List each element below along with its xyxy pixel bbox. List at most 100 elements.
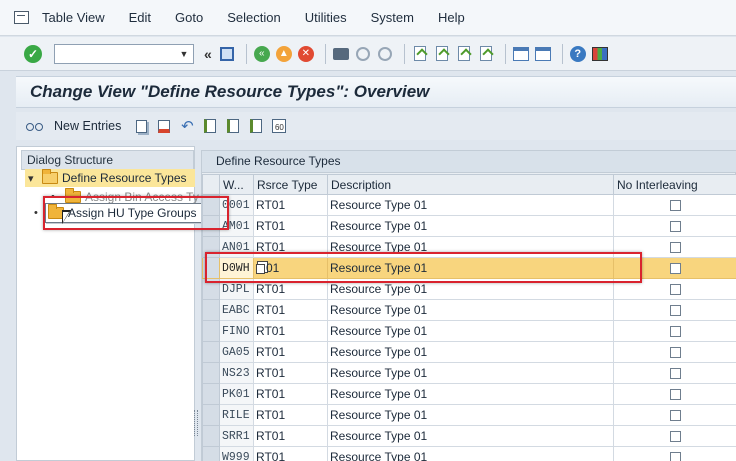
last-page-icon[interactable]: [477, 45, 495, 63]
select-all-icon[interactable]: [202, 118, 218, 134]
resource-type-cell[interactable]: RT01: [253, 194, 328, 216]
table-row[interactable]: PK01 RT01 Resource Type 01: [202, 383, 736, 405]
row-selector[interactable]: [202, 299, 220, 321]
row-selector[interactable]: [202, 362, 220, 384]
table-row[interactable]: NS23 RT01 Resource Type 01: [202, 362, 736, 384]
deselect-all-icon[interactable]: [248, 118, 264, 134]
menu-goto[interactable]: Goto: [175, 10, 203, 25]
create-session-icon[interactable]: [512, 45, 530, 63]
menu-selection[interactable]: Selection: [227, 10, 280, 25]
description-cell[interactable]: Resource Type 01: [327, 341, 614, 363]
description-cell[interactable]: Resource Type 01: [327, 320, 614, 342]
panel-splitter[interactable]: [194, 410, 198, 436]
table-row[interactable]: DJPL RT01 Resource Type 01: [202, 278, 736, 300]
no-interleaving-checkbox[interactable]: [670, 242, 681, 254]
resource-type-cell[interactable]: 01: [253, 257, 328, 279]
description-cell[interactable]: Resource Type 01: [327, 383, 614, 405]
app-menu-icon[interactable]: [14, 10, 30, 25]
description-cell[interactable]: Resource Type 01: [327, 236, 614, 258]
command-field[interactable]: ▼: [54, 43, 194, 64]
new-entries-button[interactable]: New Entries: [54, 119, 121, 133]
back-icon[interactable]: «: [253, 45, 271, 63]
enter-icon[interactable]: ✓: [24, 44, 42, 63]
table-row[interactable]: GA05 RT01 Resource Type 01: [202, 341, 736, 363]
select-all-column[interactable]: [202, 174, 220, 195]
row-selector[interactable]: [202, 278, 220, 300]
table-row[interactable]: EABC RT01 Resource Type 01: [202, 299, 736, 321]
column-header-description[interactable]: Description: [327, 174, 614, 195]
column-header-resource-type[interactable]: Rsrce Type: [253, 174, 328, 195]
table-row-highlighted[interactable]: D0WH 01 Resource Type 01: [202, 257, 736, 279]
resource-type-cell[interactable]: RT01: [253, 278, 328, 300]
description-cell[interactable]: Resource Type 01: [327, 215, 614, 237]
shortcut-icon[interactable]: [534, 45, 552, 63]
delete-icon[interactable]: [156, 118, 172, 134]
chevron-down-icon[interactable]: ▼: [177, 47, 191, 61]
table-row[interactable]: AM01 RT01 Resource Type 01: [202, 215, 736, 237]
column-header-no-interleaving[interactable]: No Interleaving: [613, 174, 736, 195]
no-interleaving-checkbox[interactable]: [670, 263, 681, 275]
next-page-icon[interactable]: [455, 45, 473, 63]
print-icon[interactable]: [332, 45, 350, 63]
resource-type-cell[interactable]: RT01: [253, 299, 328, 321]
no-interleaving-checkbox[interactable]: [670, 452, 681, 461]
collapse-command-icon[interactable]: «: [204, 46, 212, 62]
row-selector[interactable]: [202, 383, 220, 405]
variant-icon[interactable]: 60: [271, 118, 287, 134]
table-row[interactable]: AN01 RT01 Resource Type 01: [202, 236, 736, 258]
find-icon[interactable]: [354, 45, 372, 63]
description-cell[interactable]: Resource Type 01: [327, 425, 614, 447]
cancel-icon[interactable]: ✕: [297, 45, 315, 63]
no-interleaving-checkbox[interactable]: [670, 347, 681, 359]
menu-table-view[interactable]: Table View: [42, 10, 105, 25]
resource-type-cell[interactable]: RT01: [253, 215, 328, 237]
previous-page-icon[interactable]: [433, 45, 451, 63]
description-cell[interactable]: Resource Type 01: [327, 257, 614, 279]
description-cell[interactable]: Resource Type 01: [327, 278, 614, 300]
no-interleaving-checkbox[interactable]: [670, 410, 681, 422]
resource-type-cell[interactable]: RT01: [253, 404, 328, 426]
customize-layout-icon[interactable]: [591, 45, 609, 63]
menu-edit[interactable]: Edit: [129, 10, 151, 25]
display-change-icon[interactable]: [26, 119, 44, 133]
no-interleaving-checkbox[interactable]: [670, 221, 681, 233]
expand-icon[interactable]: ▾: [28, 172, 38, 185]
description-cell[interactable]: Resource Type 01: [327, 404, 614, 426]
row-selector[interactable]: [202, 341, 220, 363]
exit-icon[interactable]: ▲: [275, 45, 293, 63]
resource-type-cell[interactable]: RT01: [253, 341, 328, 363]
row-selector[interactable]: [202, 425, 220, 447]
menu-help[interactable]: Help: [438, 10, 465, 25]
row-selector[interactable]: [202, 194, 220, 216]
no-interleaving-checkbox[interactable]: [670, 326, 681, 338]
no-interleaving-checkbox[interactable]: [670, 368, 681, 380]
find-next-icon[interactable]: [376, 45, 394, 63]
table-row[interactable]: SRR1 RT01 Resource Type 01: [202, 425, 736, 447]
menu-system[interactable]: System: [371, 10, 414, 25]
resource-type-cell[interactable]: RT01: [253, 362, 328, 384]
undo-icon[interactable]: ↶: [179, 118, 195, 135]
description-cell[interactable]: Resource Type 01: [327, 446, 614, 461]
table-row[interactable]: FINO RT01 Resource Type 01: [202, 320, 736, 342]
menu-utilities[interactable]: Utilities: [305, 10, 347, 25]
description-cell[interactable]: Resource Type 01: [327, 362, 614, 384]
no-interleaving-checkbox[interactable]: [670, 431, 681, 443]
resource-type-cell[interactable]: RT01: [253, 425, 328, 447]
first-page-icon[interactable]: [411, 45, 429, 63]
row-selector[interactable]: [202, 257, 220, 279]
row-selector[interactable]: [202, 446, 220, 461]
description-cell[interactable]: Resource Type 01: [327, 299, 614, 321]
row-selector[interactable]: [202, 320, 220, 342]
no-interleaving-checkbox[interactable]: [670, 200, 681, 212]
tree-node-define-resource-types[interactable]: ▾ Define Resource Types: [25, 169, 195, 187]
column-header-warehouse[interactable]: W...: [219, 174, 254, 195]
table-row[interactable]: 0001 RT01 Resource Type 01: [202, 194, 736, 216]
table-row[interactable]: W999 RT01 Resource Type 01: [202, 446, 736, 461]
select-block-icon[interactable]: [225, 118, 241, 134]
no-interleaving-checkbox[interactable]: [670, 389, 681, 401]
row-selector[interactable]: [202, 404, 220, 426]
copy-as-icon[interactable]: [133, 118, 149, 134]
command-input[interactable]: [55, 44, 173, 63]
table-row[interactable]: RILE RT01 Resource Type 01: [202, 404, 736, 426]
row-selector[interactable]: [202, 236, 220, 258]
